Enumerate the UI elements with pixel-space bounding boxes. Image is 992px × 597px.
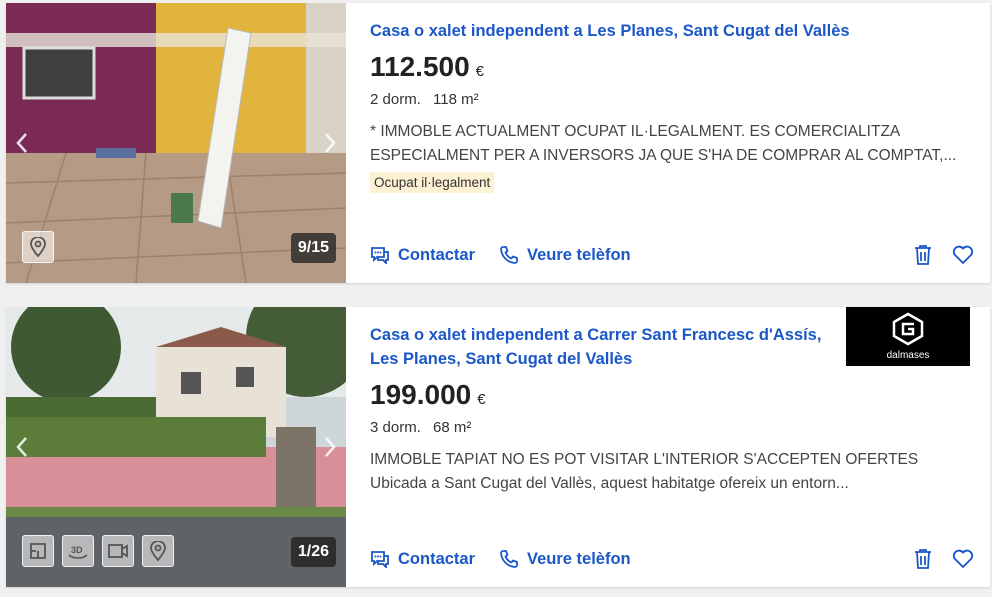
price-row: 112.500 € [370,51,970,83]
phone-button[interactable]: Veure telèfon [499,245,631,265]
contact-label: Contactar [398,245,476,264]
prev-photo-button[interactable] [10,127,34,159]
next-photo-button[interactable] [318,127,342,159]
floorplan-button[interactable] [22,535,54,567]
currency-symbol: € [475,63,485,80]
map-pin-icon [30,237,46,257]
map-button[interactable] [142,535,174,567]
prev-photo-button[interactable] [10,431,34,463]
listing-photo[interactable]: 9/15 [6,3,346,283]
chevron-right-icon [325,133,336,153]
listing-features: 2 dorm. 118 m² [370,91,970,108]
discard-button[interactable] [914,548,932,570]
description-line: * IMMOBLE ACTUALMENT OCUPAT IL·LEGALMENT… [370,123,901,140]
chat-icon [371,551,389,568]
phone-icon [500,550,518,568]
photo-counter: 1/26 [290,537,336,567]
listing-price: 112.500 [370,51,470,82]
description-line: IMMOBLE TAPIAT NO ES POT VISITAR L'INTER… [370,451,919,468]
area-size: 68 m² [433,419,472,436]
secondary-actions [894,548,974,570]
listing-actions: Contactar Veure telèfon [370,547,974,571]
area-size: 118 m² [433,91,479,108]
heart-icon [952,549,974,568]
occupied-tag: Ocupat il·legalment [370,172,495,193]
discard-button[interactable] [914,244,932,266]
price-row: 199.000 € [370,379,970,411]
listing-description[interactable]: IMMOBLE TAPIAT NO ES POT VISITAR L'INTER… [370,448,970,496]
chevron-left-icon [16,133,27,153]
description-line: ESPECIALMENT PER A INVERSORS JA QUE S'HA… [370,147,957,164]
floorplan-icon [30,543,46,559]
contact-button[interactable]: Contactar [370,246,475,265]
trash-icon [915,245,931,265]
listing-card[interactable]: 9/15 Casa o xalet independent a Les Plan… [6,3,990,283]
map-pin-icon [150,541,166,561]
phone-button[interactable]: Veure telèfon [499,549,631,569]
agency-logo-text: dalmases [886,350,930,361]
phone-label: Veure telèfon [527,245,631,264]
secondary-actions [894,244,974,266]
rooms-count: 3 dorm. [370,419,421,436]
listing-photo[interactable]: 3D 1/26 [6,307,346,587]
currency-symbol: € [477,391,486,408]
phone-icon [500,246,518,264]
map-button[interactable] [22,231,54,263]
agency-logo-icon [892,312,924,346]
chevron-right-icon [325,437,336,457]
favorite-button[interactable] [952,549,974,569]
next-photo-button[interactable] [318,431,342,463]
3d-icon: 3D [68,545,88,559]
listing-features: 3 dorm. 68 m² [370,419,970,436]
phone-label: Veure telèfon [527,549,631,568]
listing-info: Casa o xalet independent a Carrer Sant F… [346,307,992,587]
listing-title-link[interactable]: Casa o xalet independent a Les Planes, S… [370,19,970,43]
3d-tour-button[interactable]: 3D [62,535,94,567]
listing-card[interactable]: 3D 1/26 Casa o xalet independent a Carre… [6,307,990,587]
chat-icon [371,247,389,264]
listing-results: 9/15 Casa o xalet independent a Les Plan… [0,0,992,597]
listing-info: Casa o xalet independent a Les Planes, S… [346,3,992,283]
photo-counter: 9/15 [290,233,336,263]
chevron-left-icon [16,437,27,457]
contact-button[interactable]: Contactar [370,550,475,569]
favorite-button[interactable] [952,245,974,265]
trash-icon [915,549,931,569]
rooms-count: 2 dorm. [370,91,421,108]
listing-price: 199.000 [370,379,472,410]
svg-text:3D: 3D [71,545,83,555]
listing-description[interactable]: * IMMOBLE ACTUALMENT OCUPAT IL·LEGALMENT… [370,120,970,168]
heart-icon [952,245,974,264]
description-line: Ubicada a Sant Cugat del Vallès, aquest … [370,475,849,492]
video-button[interactable] [102,535,134,567]
agency-logo[interactable]: dalmases [846,307,970,366]
listing-actions: Contactar Veure telèfon [370,243,974,267]
contact-label: Contactar [398,549,476,568]
video-icon [108,544,128,558]
